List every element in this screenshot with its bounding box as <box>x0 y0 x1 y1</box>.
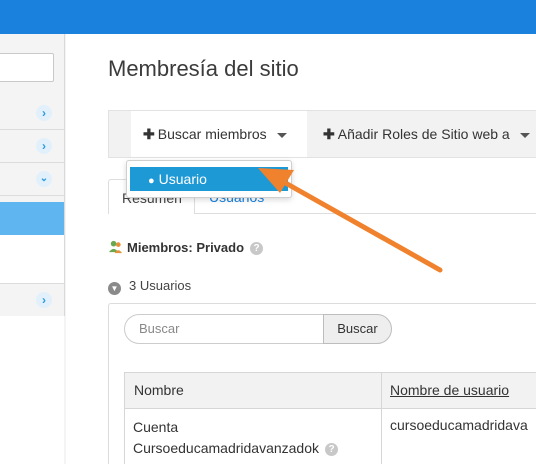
sidebar-item-active[interactable] <box>0 202 64 235</box>
table-row-username: cursoeducamadridava <box>390 417 528 433</box>
name-line-2: Cursoeducamadridavanzadok <box>133 440 319 456</box>
search-members-label: Buscar miembros <box>157 126 267 142</box>
add-roles-label: Añadir Roles de Sitio web a <box>337 126 510 142</box>
page-title: Membresía del sitio <box>108 56 299 81</box>
user-icon: ● <box>148 175 155 187</box>
sidebar-item-2[interactable]: › <box>0 130 64 163</box>
search-members-dropdown: ● Usuario <box>126 160 292 198</box>
sidebar-search-input[interactable] <box>0 53 54 82</box>
row-border <box>124 409 125 464</box>
name-line-1: Cuenta <box>133 419 179 435</box>
sidebar-item-blank[interactable] <box>0 235 64 284</box>
toolbar: ✚ Buscar miembros ✚ Añadir Roles de Sitio … <box>108 110 536 158</box>
arrow-shaft <box>279 178 443 273</box>
chevron-right-icon: › <box>36 292 52 308</box>
sidebar-item-4[interactable]: › <box>0 284 64 317</box>
dropdown-item-usuario[interactable]: ● Usuario <box>130 167 288 191</box>
users-count-label: 3 Usuarios <box>129 278 192 293</box>
add-roles-button[interactable]: ✚ Añadir Roles de Sitio web a <box>323 111 530 157</box>
users-search-button[interactable]: Buscar <box>323 314 392 344</box>
search-members-button[interactable]: ✚ Buscar miembros <box>131 111 307 157</box>
chevron-down-icon: ⌄ <box>36 171 52 187</box>
members-heading: Miembros: Privado? <box>108 239 264 255</box>
help-icon[interactable]: ? <box>250 242 264 255</box>
column-header-nombre: Nombre <box>134 382 184 398</box>
column-divider <box>381 372 382 464</box>
table-header: Nombre Nombre de usuario <box>124 372 536 409</box>
sidebar-divider <box>64 34 65 316</box>
dropdown-item-label: Usuario <box>158 171 207 187</box>
sidebar-item-3[interactable]: ⌄ <box>0 163 64 196</box>
plus-icon: ✚ <box>143 126 155 142</box>
sidebar-bottom <box>0 316 64 464</box>
members-label: Miembros: Privado <box>127 240 245 255</box>
column-header-username[interactable]: Nombre de usuario <box>390 373 509 408</box>
help-icon[interactable]: ? <box>325 443 338 456</box>
chevron-right-icon: › <box>36 138 52 154</box>
users-search-input[interactable]: Buscar <box>124 314 324 344</box>
caret-down-icon <box>276 132 287 138</box>
members-icon <box>108 240 123 254</box>
chevron-right-icon: › <box>36 105 52 121</box>
sidebar-item-1[interactable]: › <box>0 97 64 130</box>
users-count-toggle[interactable]: ▼ 3 Usuarios <box>108 278 191 295</box>
top-bar <box>0 0 536 34</box>
chevron-down-circle-icon: ▼ <box>108 282 121 295</box>
table-row-name: Cuenta Cursoeducamadridavanzadok? <box>133 417 373 459</box>
plus-icon: ✚ <box>323 126 335 142</box>
caret-down-icon <box>519 132 530 138</box>
